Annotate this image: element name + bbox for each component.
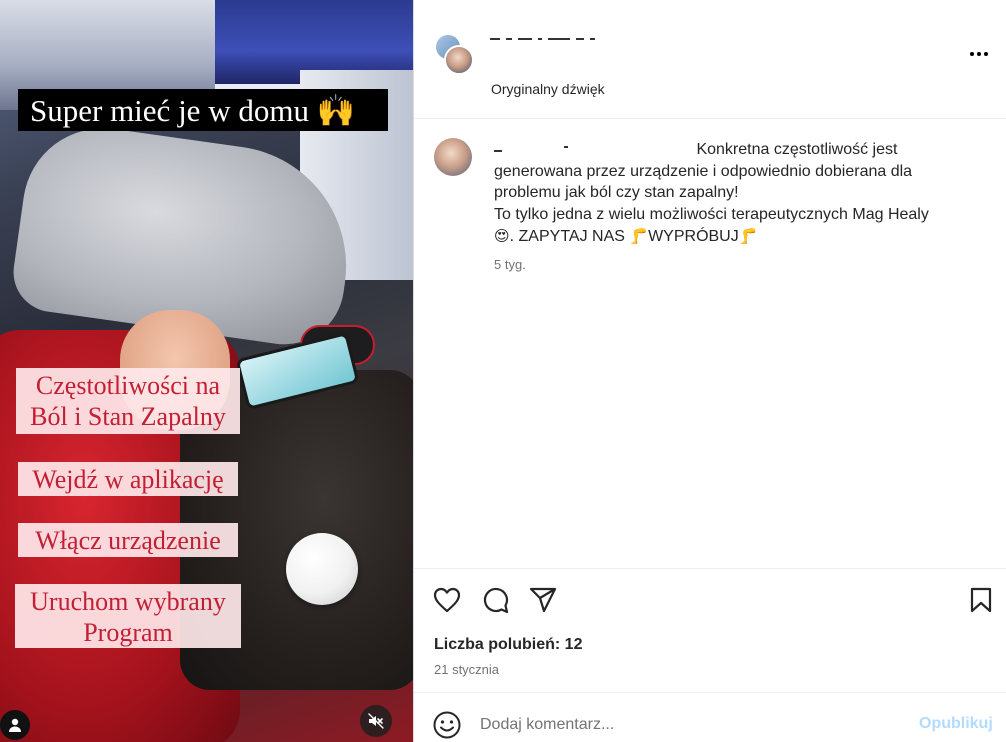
avatar[interactable] <box>444 45 474 75</box>
caption-text: WYPRÓBUJ <box>648 227 739 245</box>
more-dots-icon <box>970 52 988 56</box>
comment-bar: Opublikuj <box>414 692 1006 742</box>
publish-button[interactable]: Opublikuj <box>919 715 993 733</box>
save-button[interactable] <box>966 585 996 615</box>
audio-label[interactable]: Oryginalny dźwięk <box>491 81 605 97</box>
actions-divider <box>414 568 1006 569</box>
media-title-overlay: Super mieć je w domu 🙌 <box>18 89 388 131</box>
user-icon <box>9 718 21 732</box>
caption-line: To tylko jedna z wielu możliwości terape… <box>494 206 929 224</box>
comment-input[interactable] <box>480 713 900 737</box>
author-avatars[interactable] <box>434 33 474 75</box>
smiley-icon <box>433 711 461 739</box>
post-details-panel: Oryginalny dźwięk Konkretna częstotliwoś… <box>413 0 1006 742</box>
heart-icon <box>433 587 461 613</box>
media-caption-frequencies: Częstotliwości na Ból i Stan Zapalny <box>16 368 240 434</box>
speech-bubble-icon <box>483 587 509 614</box>
avatar[interactable] <box>434 138 472 176</box>
caption-line: generowana przez urządzenie i odpowiedni… <box>494 162 913 180</box>
caption-text: . ZAPYTAJ NAS <box>509 227 630 245</box>
like-button[interactable] <box>432 585 462 615</box>
bookmark-icon <box>970 587 992 613</box>
caption-timestamp[interactable]: 5 tyg. <box>494 257 526 272</box>
share-button[interactable] <box>528 585 558 615</box>
emoji-picker-button[interactable] <box>432 710 462 740</box>
therapy-device-image <box>286 533 358 605</box>
paper-plane-icon <box>529 587 557 613</box>
post-media[interactable]: Super mieć je w domu 🙌 Częstotliwości na… <box>0 0 413 742</box>
media-caption-open-app: Wejdź w aplikację <box>18 462 238 496</box>
tagged-users-button[interactable] <box>0 710 30 740</box>
post-caption: Konkretna częstotliwość jest generowana … <box>494 139 994 248</box>
likes-count[interactable]: Liczba polubień: 12 <box>434 636 582 654</box>
muted-speaker-icon <box>368 713 384 729</box>
post-header: Oryginalny dźwięk <box>414 0 1006 119</box>
post-date[interactable]: 21 stycznia <box>434 662 499 677</box>
more-options-button[interactable] <box>967 44 991 64</box>
media-caption-turn-on-device: Włącz urządzenie <box>18 523 238 557</box>
leg-emoji: 🦵 <box>738 226 758 245</box>
heart-eyes-emoji: 😍 <box>494 226 510 245</box>
author-name-obscured[interactable] <box>490 30 650 44</box>
caption-line: Konkretna częstotliwość jest <box>696 141 898 158</box>
mute-button[interactable] <box>360 705 392 737</box>
caption-line: problemu jak ból czy stan zapalny! <box>494 184 739 202</box>
leg-emoji: 🦵 <box>629 226 649 245</box>
media-caption-run-program: Uruchom wybrany Program <box>15 584 241 648</box>
caption-author-obscured[interactable] <box>494 145 692 155</box>
comment-button[interactable] <box>480 585 510 615</box>
